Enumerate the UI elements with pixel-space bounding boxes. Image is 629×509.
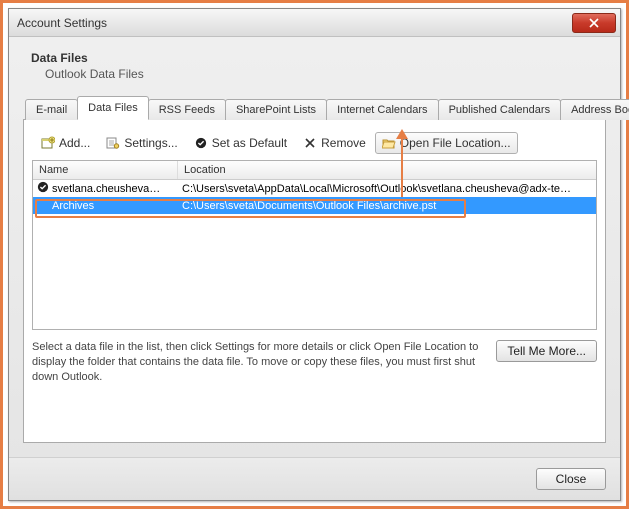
tab-rss-feeds[interactable]: RSS Feeds	[148, 99, 226, 120]
check-circle-icon	[194, 136, 208, 150]
list-row[interactable]: svetlana.cheusheva… C:\Users\sveta\AppDa…	[33, 180, 596, 197]
set-default-button[interactable]: Set as Default	[187, 132, 294, 154]
tab-sharepoint-lists[interactable]: SharePoint Lists	[225, 99, 327, 120]
tab-data-files[interactable]: Data Files	[77, 96, 149, 120]
titlebar[interactable]: Account Settings	[9, 9, 620, 37]
section-heading: Data Files	[31, 51, 606, 65]
remove-button[interactable]: Remove	[296, 132, 373, 154]
close-button[interactable]: Close	[536, 468, 606, 490]
data-files-list: Name Location svetlana.cheusheva… C:\Use…	[32, 160, 597, 330]
add-button[interactable]: Add...	[34, 132, 97, 154]
row-name: svetlana.cheusheva…	[52, 183, 160, 195]
remove-icon	[303, 136, 317, 150]
row-location: C:\Users\sveta\AppData\Local\Microsoft\O…	[178, 183, 596, 195]
add-icon	[41, 136, 55, 150]
tab-internet-calendars[interactable]: Internet Calendars	[326, 99, 439, 120]
help-text: Select a data file in the list, then cli…	[32, 340, 486, 385]
folder-open-icon	[382, 136, 396, 150]
settings-button[interactable]: Settings...	[99, 132, 184, 154]
tab-strip: E-mail Data Files RSS Feeds SharePoint L…	[23, 95, 606, 120]
window-title: Account Settings	[17, 16, 107, 30]
annotation-arrow	[401, 137, 403, 197]
window-close-button[interactable]	[572, 13, 616, 33]
dialog-footer: Close	[9, 457, 620, 500]
tell-me-more-button[interactable]: Tell Me More...	[496, 340, 597, 362]
list-body: svetlana.cheusheva… C:\Users\sveta\AppDa…	[33, 180, 596, 329]
account-settings-window: Account Settings Data Files Outlook Data…	[8, 8, 621, 501]
list-row[interactable]: Archives C:\Users\sveta\Documents\Outloo…	[33, 197, 596, 214]
toolbar: Add... Settings... Set as Default	[32, 130, 597, 160]
section-subheading: Outlook Data Files	[45, 67, 606, 81]
settings-icon	[106, 136, 120, 150]
dialog-body: Data Files Outlook Data Files E-mail Dat…	[9, 37, 620, 457]
tab-published-calendars[interactable]: Published Calendars	[438, 99, 562, 120]
column-header-name[interactable]: Name	[33, 161, 178, 179]
default-check-icon	[37, 181, 49, 196]
tab-panel-data-files: Add... Settings... Set as Default	[23, 120, 606, 443]
tab-address-books[interactable]: Address Books	[560, 99, 629, 120]
help-area: Select a data file in the list, then cli…	[32, 340, 597, 385]
list-header: Name Location	[33, 161, 596, 180]
column-header-location[interactable]: Location	[178, 161, 596, 179]
row-name: Archives	[52, 200, 94, 212]
tab-email[interactable]: E-mail	[25, 99, 78, 120]
row-location: C:\Users\sveta\Documents\Outlook Files\a…	[178, 200, 596, 212]
close-icon	[589, 18, 599, 28]
